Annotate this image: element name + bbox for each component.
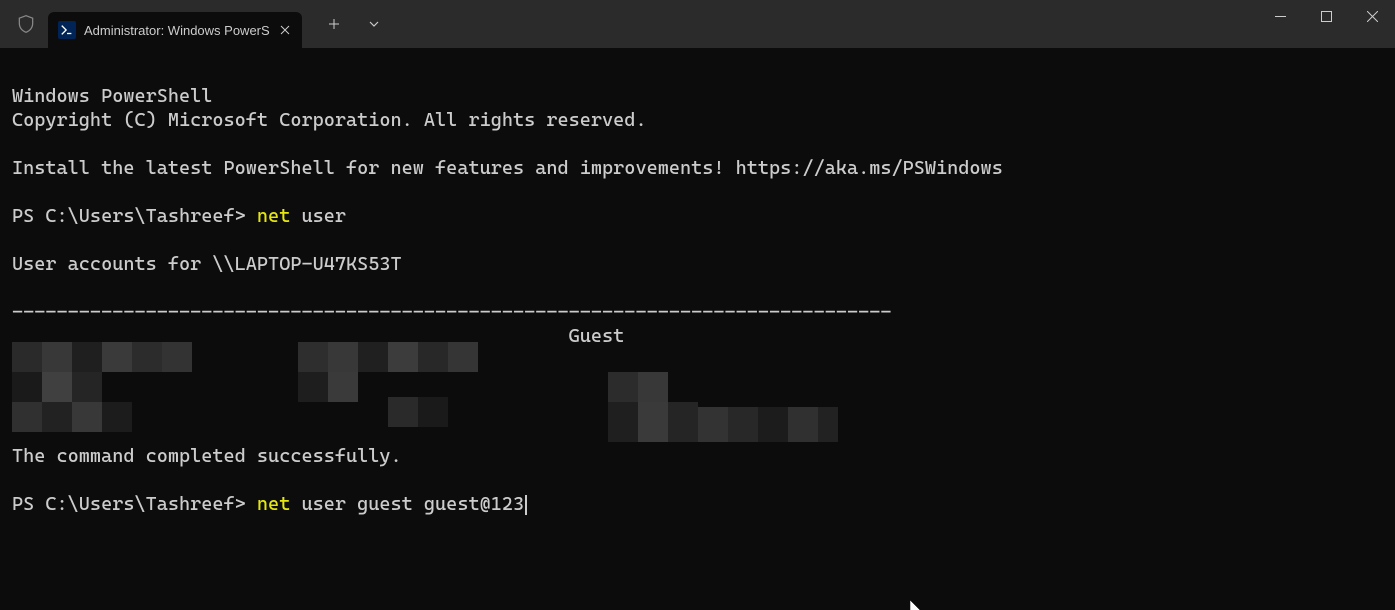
close-button[interactable] xyxy=(1349,0,1395,32)
shield-icon xyxy=(12,10,40,38)
redacted-area xyxy=(12,342,192,438)
output-line: Guest xyxy=(12,324,1383,348)
output-line: The command completed successfully. xyxy=(12,444,1383,468)
tab-title: Administrator: Windows PowerS xyxy=(84,23,270,38)
prompt-line: PS C:\Users\Tashreef> net user xyxy=(12,204,1383,228)
output-line: Install the latest PowerShell for new fe… xyxy=(12,156,1383,180)
redacted-area xyxy=(608,372,838,444)
terminal-content[interactable]: Windows PowerShellCopyright (C) Microsof… xyxy=(0,48,1395,610)
output-line: User accounts for \\LAPTOP-U47KS53T xyxy=(12,252,1383,276)
new-tab-button[interactable] xyxy=(314,8,354,40)
output-line: Windows PowerShell xyxy=(12,84,1383,108)
redacted-area xyxy=(298,342,488,426)
tab-dropdown-button[interactable] xyxy=(354,8,394,40)
command-keyword: net xyxy=(257,493,302,515)
tab-active[interactable]: Administrator: Windows PowerS xyxy=(48,12,302,48)
output-divider: ----------------------------------------… xyxy=(12,300,1383,324)
maximize-button[interactable] xyxy=(1303,0,1349,32)
text-cursor xyxy=(525,495,527,515)
tab-close-button[interactable] xyxy=(276,21,294,39)
prompt-line: PS C:\Users\Tashreef> net user guest gue… xyxy=(12,492,1383,516)
titlebar-left: Administrator: Windows PowerS xyxy=(8,0,394,48)
titlebar-tab-controls xyxy=(314,0,394,48)
command-keyword: net xyxy=(257,205,302,227)
powershell-icon xyxy=(58,21,76,39)
mouse-cursor-icon xyxy=(843,576,924,610)
minimize-button[interactable] xyxy=(1257,0,1303,32)
titlebar: Administrator: Windows PowerS xyxy=(0,0,1395,48)
user-guest: Guest xyxy=(569,325,625,347)
output-line: Copyright (C) Microsoft Corporation. All… xyxy=(12,108,1383,132)
terminal-window: Administrator: Windows PowerS xyxy=(0,0,1395,610)
window-controls xyxy=(1257,0,1395,48)
command-arg: user xyxy=(301,205,346,227)
prompt-path: PS C:\Users\Tashreef> xyxy=(12,205,257,227)
